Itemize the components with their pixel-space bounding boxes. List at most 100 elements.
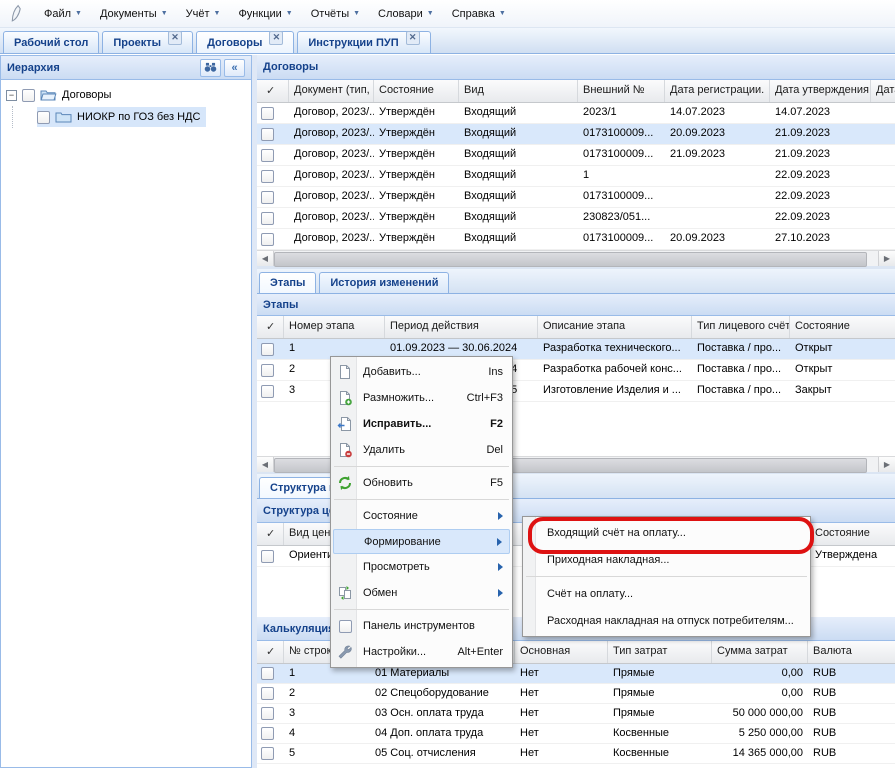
tab-contracts[interactable]: Договоры✕ — [196, 31, 294, 53]
menubar-item-functions[interactable]: Функции▼ — [229, 5, 301, 23]
table-row[interactable]: 404 Доп. оплата трудаНетКосвенные5 250 0… — [257, 724, 895, 744]
column-header[interactable]: Номер этапа — [284, 316, 385, 338]
checkbox[interactable] — [261, 233, 274, 246]
column-header[interactable]: Тип затрат — [608, 641, 712, 663]
menu-item-add[interactable]: Добавить...Ins — [333, 359, 510, 385]
menu-item-settings[interactable]: Настройки...Alt+Enter — [333, 639, 510, 665]
table-row[interactable]: Договор, 2023/...УтверждёнВходящий2023/1… — [257, 103, 895, 124]
submenu-item-receipt-note[interactable]: Приходная накладная... — [525, 546, 808, 573]
submenu-item-payment-invoice[interactable]: Счёт на оплату... — [525, 580, 808, 607]
close-icon[interactable]: ✕ — [168, 31, 182, 45]
collapse-node-icon[interactable]: − — [6, 90, 17, 101]
checkbox[interactable] — [261, 149, 274, 162]
column-header-select[interactable]: ✓ — [257, 80, 289, 102]
table-cell: Разработка технического... — [538, 339, 692, 359]
column-header[interactable]: Период действия — [385, 316, 538, 338]
menubar-item-file[interactable]: Файл▼ — [35, 5, 91, 23]
menu-item-toolbar-toggle[interactable]: Панель инструментов — [333, 613, 510, 639]
column-header-select[interactable]: ✓ — [257, 316, 284, 338]
checkbox[interactable] — [261, 128, 274, 141]
tree-node-child[interactable]: НИОКР по ГОЗ без НДС — [1, 106, 251, 128]
column-header[interactable]: Дата утверждения — [770, 80, 871, 102]
table-row[interactable]: 505 Соц. отчисленияНетКосвенные14 365 00… — [257, 744, 895, 764]
column-header[interactable]: Дата — [871, 80, 895, 102]
column-header[interactable]: Сумма затрат — [712, 641, 808, 663]
scroll-left-icon[interactable]: ◀ — [257, 251, 274, 266]
checkbox[interactable] — [261, 107, 274, 120]
horizontal-scrollbar[interactable]: ◀ ▶ — [257, 250, 895, 266]
close-icon[interactable]: ✕ — [269, 31, 283, 45]
checkbox[interactable] — [261, 212, 274, 225]
column-header[interactable]: Документ (тип, № — [289, 80, 374, 102]
checkbox[interactable] — [261, 727, 274, 740]
column-header[interactable]: Состояние — [810, 523, 895, 545]
search-tree-button[interactable] — [200, 59, 221, 77]
checkbox[interactable] — [261, 170, 274, 183]
submenu-item-outgoing-note[interactable]: Расходная накладная на отпуск потребител… — [525, 607, 808, 634]
tab-desktop[interactable]: Рабочий стол — [3, 31, 99, 53]
scrollbar-thumb[interactable] — [274, 252, 867, 267]
menu-item-exchange[interactable]: Обмен — [333, 580, 510, 606]
column-header[interactable]: Внешний № — [578, 80, 665, 102]
menu-item-view[interactable]: Просмотреть — [333, 554, 510, 580]
tab-change-history[interactable]: История изменений — [319, 272, 449, 293]
menu-item-state[interactable]: Состояние — [333, 503, 510, 529]
table-row[interactable]: Договор, 2023/...УтверждёнВходящий017310… — [257, 145, 895, 166]
checkbox[interactable] — [261, 550, 274, 563]
tree-node-root[interactable]: − Договоры — [1, 84, 251, 106]
tab-stages[interactable]: Этапы — [259, 272, 316, 293]
menubar-item-help[interactable]: Справка▼ — [443, 5, 515, 23]
table-cell: RUB — [808, 744, 895, 763]
column-header[interactable]: Описание этапа — [538, 316, 692, 338]
table-row[interactable]: Договор, 2023/...УтверждёнВходящий017310… — [257, 187, 895, 208]
table-row[interactable]: 303 Осн. оплата трудаНетПрямые50 000 000… — [257, 704, 895, 724]
menubar-item-dictionaries[interactable]: Словари▼ — [369, 5, 443, 23]
checkbox[interactable] — [261, 385, 274, 398]
stages-title: Этапы — [263, 299, 298, 311]
column-header[interactable]: Состояние — [374, 80, 459, 102]
column-header[interactable]: Состояние — [790, 316, 895, 338]
tab-pup-instructions[interactable]: Инструкции ПУП✕ — [297, 31, 430, 53]
menu-item-refresh[interactable]: ОбновитьF5 — [333, 470, 510, 496]
checkbox[interactable] — [261, 191, 274, 204]
checkbox[interactable] — [37, 111, 50, 124]
column-header-select[interactable]: ✓ — [257, 641, 284, 663]
column-header[interactable]: Валюта — [808, 641, 895, 663]
tab-projects[interactable]: Проекты✕ — [102, 31, 193, 53]
checkbox[interactable] — [261, 707, 274, 720]
checkbox[interactable] — [261, 667, 274, 680]
checkbox[interactable] — [261, 747, 274, 760]
table-row[interactable]: Договор, 2023/...УтверждёнВходящий230823… — [257, 208, 895, 229]
table-cell: Поставка / про... — [692, 381, 790, 401]
tree-selection[interactable]: НИОКР по ГОЗ без НДС — [37, 107, 206, 127]
menu-item-formation[interactable]: Формирование — [333, 529, 510, 554]
menubar-item-accounting[interactable]: Учёт▼ — [177, 5, 230, 23]
column-header[interactable]: Вид — [459, 80, 578, 102]
table-row[interactable]: 202 СпецоборудованиеНетПрямые0,00RUB — [257, 684, 895, 704]
menu-item-edit[interactable]: Исправить...F2 — [333, 411, 510, 437]
menubar-item-reports[interactable]: Отчёты▼ — [302, 5, 369, 23]
menu-item-delete[interactable]: УдалитьDel — [333, 437, 510, 463]
checkbox[interactable] — [22, 89, 35, 102]
submenu-item-incoming-invoice[interactable]: Входящий счёт на оплату... — [525, 519, 808, 546]
menu-item-duplicate[interactable]: Размножить...Ctrl+F3 — [333, 385, 510, 411]
close-icon[interactable]: ✕ — [406, 31, 420, 45]
column-header[interactable]: Дата регистрации. — [665, 80, 770, 102]
table-row[interactable]: Договор, 2023/...УтверждёнВходящий017310… — [257, 124, 895, 145]
collapse-panel-button[interactable]: « — [224, 59, 245, 77]
column-header[interactable]: Тип лицевого счёт — [692, 316, 790, 338]
checkbox[interactable] — [261, 364, 274, 377]
column-header[interactable]: Основная — [515, 641, 608, 663]
table-cell — [665, 166, 770, 186]
scroll-right-icon[interactable]: ▶ — [878, 251, 895, 266]
table-row[interactable]: Договор, 2023/...УтверждёнВходящий122.09… — [257, 166, 895, 187]
table-cell: 4 — [284, 724, 370, 743]
column-header-select[interactable]: ✓ — [257, 523, 284, 545]
table-row[interactable]: Договор, 2023/...УтверждёнВходящий017310… — [257, 229, 895, 250]
checkbox[interactable] — [261, 343, 274, 356]
menubar-item-documents[interactable]: Документы▼ — [91, 5, 177, 23]
page-new-icon — [336, 364, 354, 381]
checkbox[interactable] — [261, 687, 274, 700]
scroll-right-icon[interactable]: ▶ — [878, 457, 895, 472]
scroll-left-icon[interactable]: ◀ — [257, 457, 274, 472]
